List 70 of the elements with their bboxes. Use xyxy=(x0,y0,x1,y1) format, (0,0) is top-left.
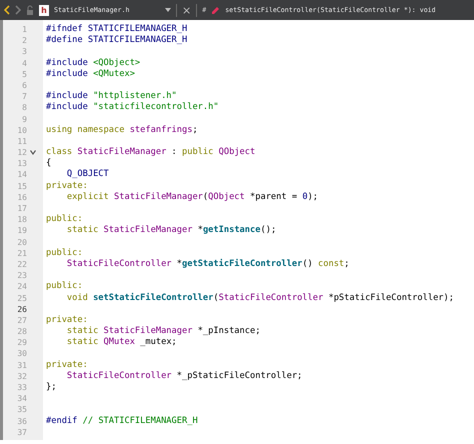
line-number: 26 xyxy=(16,304,27,315)
code-line: #include <QObject> xyxy=(45,58,140,69)
code-line: private: xyxy=(45,180,88,192)
code-line: #endif // STATICFILEMANAGER_H xyxy=(45,416,198,427)
line-number: 23 xyxy=(16,270,27,282)
code-line: }; xyxy=(45,382,56,394)
line-number: 25 xyxy=(16,292,27,304)
code-line: static StaticFileManager *getInstance(); xyxy=(66,225,276,237)
line-number: 36 xyxy=(16,416,27,427)
line-number: 4 xyxy=(21,58,27,69)
pencil-icon xyxy=(211,6,220,14)
code-line: explicit StaticFileManager(QObject *parent = 0); xyxy=(66,192,318,203)
code-line: public: xyxy=(45,281,83,292)
line-number: 8 xyxy=(21,102,27,114)
line-number: 17 xyxy=(16,203,27,214)
code-line: class StaticFileManager : public QObject xyxy=(45,147,256,158)
caret-icon[interactable] xyxy=(165,8,171,12)
line-number: 33 xyxy=(16,382,27,394)
line-number: 18 xyxy=(16,214,27,226)
code-line: Q_OBJECT xyxy=(66,169,109,181)
code-line: { xyxy=(45,158,52,170)
code-line: private: xyxy=(45,360,88,371)
line-number: 12 xyxy=(16,147,27,158)
line-number: 6 xyxy=(21,80,27,92)
line-number: 3 xyxy=(21,46,27,58)
code-line: #include "staticfilecontroller.h" xyxy=(45,102,219,114)
line-number: 21 xyxy=(16,248,27,259)
code-line: using namespace stefanfrings; xyxy=(45,124,198,136)
code-line: #include "httplistener.h" xyxy=(45,91,177,102)
forward-icon[interactable] xyxy=(15,5,21,15)
chevron-icon[interactable] xyxy=(30,150,36,156)
code-line: private: xyxy=(45,314,88,326)
line-number: 35 xyxy=(16,404,27,416)
line-number: 19 xyxy=(16,225,27,237)
line-number: 11 xyxy=(16,136,27,148)
line-number: 27 xyxy=(16,314,27,326)
code-line: static StaticFileManager *_pInstance; xyxy=(66,326,260,337)
line-number: 16 xyxy=(16,192,27,204)
line-number: 10 xyxy=(16,124,27,136)
line-number: 29 xyxy=(16,337,27,348)
lock-icon[interactable] xyxy=(26,5,34,15)
line-number: 2 xyxy=(21,35,27,46)
line-number: 37 xyxy=(16,426,27,438)
line-number: 9 xyxy=(21,114,27,125)
line-number: 15 xyxy=(16,180,27,192)
line-number: 1 xyxy=(21,24,27,36)
line-number: 31 xyxy=(16,360,27,371)
code-line: StaticFileController *_pStaticFileController; xyxy=(66,370,302,382)
back-icon[interactable] xyxy=(4,5,10,15)
line-number: 13 xyxy=(16,158,27,170)
code-line: static QMutex _mutex; xyxy=(66,337,177,348)
line-number: 20 xyxy=(16,236,27,248)
line-number: 28 xyxy=(16,326,27,338)
code-line: #define STATICFILEMANAGER_H xyxy=(45,35,188,46)
line-number: 14 xyxy=(16,169,27,181)
line-number: 5 xyxy=(21,68,27,80)
line-number: 22 xyxy=(16,258,27,270)
code-line: #ifndef STATICFILEMANAGER_H xyxy=(45,24,188,35)
code-line: #include <QMutex> xyxy=(45,68,135,80)
line-number: 24 xyxy=(16,281,27,293)
file-type-icon: h xyxy=(39,4,49,16)
line-number: 32 xyxy=(16,370,27,382)
line-number: 30 xyxy=(16,348,27,360)
code-line: StaticFileController *getStaticFileController() const; xyxy=(66,258,350,270)
code-line: public: xyxy=(45,214,83,225)
line-number: 34 xyxy=(16,393,27,404)
close-button[interactable]: × xyxy=(182,4,192,16)
code-line: void setStaticFileController(StaticFileController *pStaticFileController); xyxy=(66,292,454,304)
line-number: 7 xyxy=(21,91,27,102)
code-line: public: xyxy=(45,248,83,259)
